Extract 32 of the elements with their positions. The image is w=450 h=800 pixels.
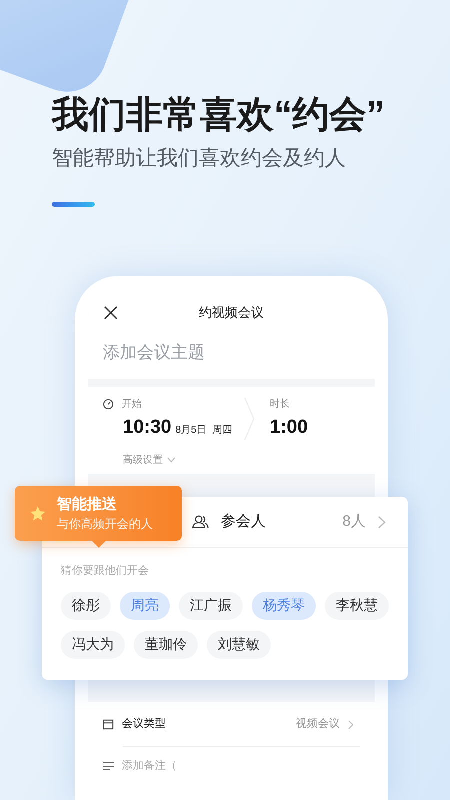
person-chip[interactable]: 李秋慧 bbox=[325, 592, 389, 620]
notes-icon bbox=[103, 762, 114, 771]
tooltip-pointer bbox=[91, 540, 107, 548]
close-icon[interactable] bbox=[104, 306, 118, 320]
attendee-count: 8人 bbox=[342, 512, 366, 532]
tooltip-subtitle: 与你高频开会的人 bbox=[57, 516, 153, 532]
start-label: 开始 bbox=[122, 398, 142, 412]
attendees-label: 参会人 bbox=[221, 512, 266, 532]
person-chip[interactable]: 徐彤 bbox=[61, 592, 111, 620]
person-chip[interactable]: 董珈伶 bbox=[134, 630, 198, 658]
screen-title: 约视频会议 bbox=[199, 304, 264, 322]
tooltip-title: 智能推送 bbox=[57, 494, 118, 514]
start-date: 8月5日 bbox=[176, 424, 207, 438]
star-icon bbox=[29, 504, 47, 522]
subtitle: 智能帮助让我们喜欢约会及约人 bbox=[52, 146, 347, 172]
people-icon bbox=[192, 515, 209, 529]
meeting-type-label: 会议类型 bbox=[122, 717, 166, 732]
start-time: 10:30 bbox=[123, 416, 172, 440]
chevron-right-icon bbox=[348, 720, 354, 730]
meeting-type-value: 视频会议 bbox=[296, 717, 340, 732]
calendar-icon bbox=[103, 719, 114, 730]
duration: 1:00 bbox=[270, 416, 310, 440]
person-chip[interactable]: 冯大为 bbox=[61, 630, 125, 658]
suggestion-hint: 猜你要跟他们开会 bbox=[60, 564, 150, 579]
start-weekday: 周四 bbox=[212, 424, 233, 438]
clock-icon bbox=[103, 399, 114, 410]
person-chip[interactable]: 刘慧敏 bbox=[207, 630, 271, 658]
duration-label: 时长 bbox=[270, 398, 291, 412]
person-chip[interactable]: 江广振 bbox=[179, 592, 243, 620]
accent-bar bbox=[52, 202, 95, 207]
chevron-down-icon bbox=[167, 457, 176, 463]
headline: 我们非常喜欢“约会” bbox=[52, 93, 386, 137]
